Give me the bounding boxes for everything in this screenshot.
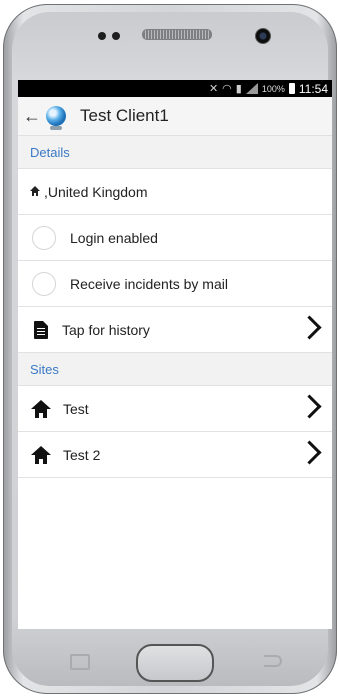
page-title: Test Client1 <box>80 106 169 125</box>
back-key[interactable] <box>264 655 282 667</box>
mute-icon: ✕ <box>208 83 219 95</box>
section-header-sites: Sites <box>18 353 332 386</box>
history-row[interactable]: Tap for history <box>18 307 332 353</box>
document-icon <box>34 320 48 339</box>
site-row[interactable]: Test <box>18 386 332 432</box>
chevron-right-icon <box>297 394 322 419</box>
receive-mail-radio[interactable] <box>32 271 56 296</box>
earpiece-speaker <box>142 29 212 40</box>
battery-icon <box>288 83 295 94</box>
status-bar: ✕ ◠ ▮ 100% 11:54 <box>18 80 332 97</box>
sensor-dot <box>98 32 106 40</box>
sensor-dot <box>112 32 120 40</box>
section-header-details: Details <box>18 136 332 169</box>
login-enabled-radio[interactable] <box>32 225 56 250</box>
recent-apps-key[interactable] <box>70 654 90 670</box>
history-label: Tap for history <box>62 321 150 338</box>
front-camera <box>255 28 271 44</box>
wifi-icon: ◠ <box>222 83 232 95</box>
address-text: ,United Kingdom <box>44 183 148 200</box>
receive-mail-row[interactable]: Receive incidents by mail <box>18 261 332 307</box>
receive-mail-label: Receive incidents by mail <box>70 275 228 292</box>
sim-icon: ▮ <box>235 83 242 95</box>
chevron-right-icon <box>297 440 322 465</box>
address-row: ,United Kingdom <box>18 169 332 215</box>
globe-icon <box>46 106 66 130</box>
login-enabled-row[interactable]: Login enabled <box>18 215 332 261</box>
site-label: Test <box>63 400 89 417</box>
chevron-right-icon <box>297 315 322 340</box>
battery-percent: 100% <box>261 83 285 94</box>
site-label: Test 2 <box>63 446 101 463</box>
login-enabled-label: Login enabled <box>70 229 158 246</box>
home-icon <box>31 399 51 418</box>
back-arrow-icon[interactable]: ← <box>18 106 46 127</box>
clock: 11:54 <box>298 81 328 96</box>
site-row[interactable]: Test 2 <box>18 432 332 478</box>
app-bar: ← Test Client1 <box>18 97 332 136</box>
home-icon <box>31 445 51 464</box>
app-screen: ✕ ◠ ▮ 100% 11:54 ← Test Client1 Details … <box>18 80 332 629</box>
signal-icon <box>245 83 258 94</box>
home-button[interactable] <box>136 644 214 682</box>
